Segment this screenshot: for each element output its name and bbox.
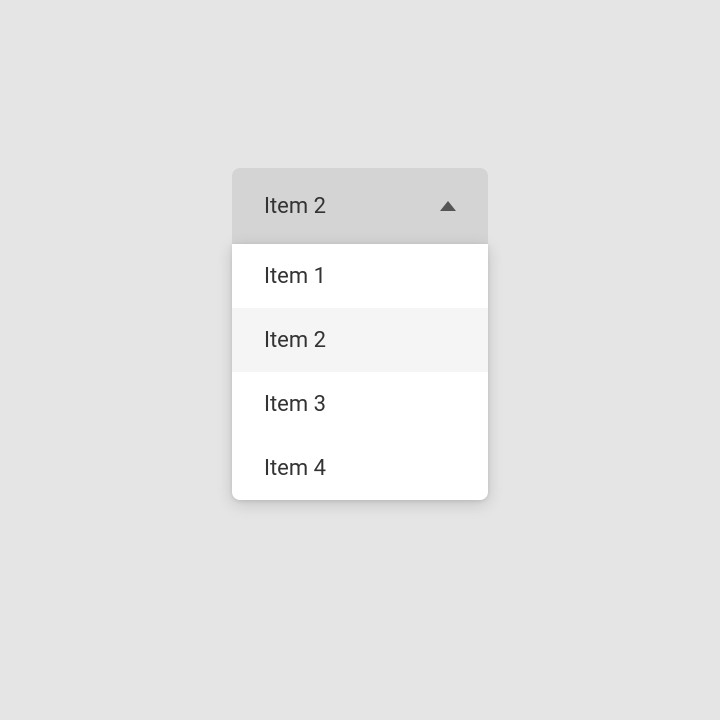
dropdown: Item 2 Item 1 Item 2 Item 3 Item 4 (232, 168, 488, 500)
dropdown-trigger[interactable]: Item 2 (232, 168, 488, 244)
dropdown-item-1[interactable]: Item 1 (232, 244, 488, 308)
dropdown-list: Item 1 Item 2 Item 3 Item 4 (232, 244, 488, 500)
dropdown-item-4[interactable]: Item 4 (232, 436, 488, 500)
dropdown-item-label: Item 2 (264, 328, 326, 353)
dropdown-item-label: Item 3 (264, 392, 326, 417)
dropdown-item-3[interactable]: Item 3 (232, 372, 488, 436)
dropdown-item-2[interactable]: Item 2 (232, 308, 488, 372)
dropdown-item-label: Item 1 (264, 264, 326, 289)
chevron-up-icon (440, 201, 456, 211)
dropdown-selected-label: Item 2 (264, 194, 326, 219)
dropdown-item-label: Item 4 (264, 456, 326, 481)
